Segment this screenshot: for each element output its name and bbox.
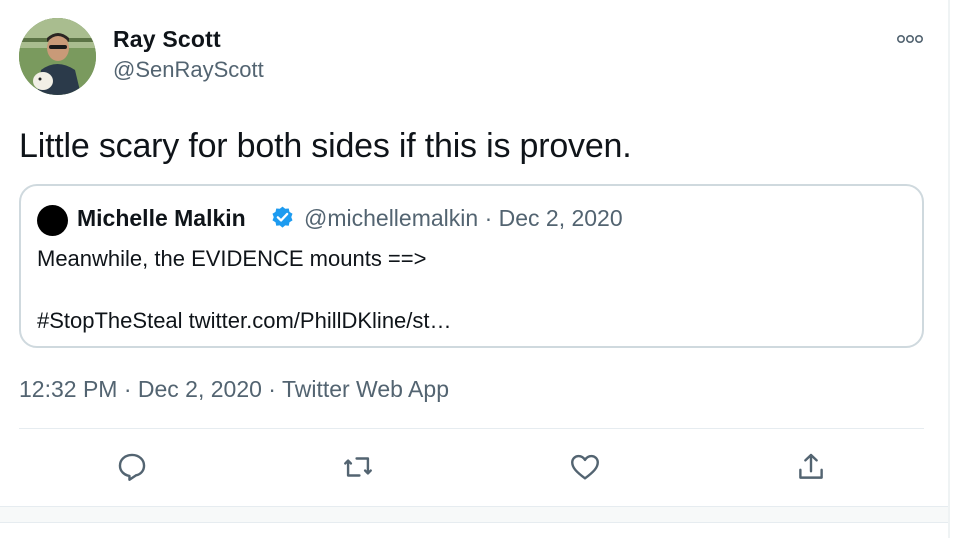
heart-icon[interactable]: [568, 450, 602, 484]
author-name[interactable]: Ray Scott: [113, 26, 221, 53]
column-border: [948, 0, 950, 538]
quoted-meta: @michellemalkin · Dec 2, 2020: [304, 205, 623, 231]
author-handle[interactable]: @SenRayScott: [113, 57, 264, 83]
tweet-text: Little scary for both sides if this is p…: [19, 127, 632, 165]
quoted-author-avatar: [37, 205, 68, 236]
quoted-author-name: Michelle Malkin: [77, 205, 246, 231]
reply-icon[interactable]: [115, 450, 149, 484]
quoted-tweet[interactable]: Michelle Malkin @michellemalkin · Dec 2,…: [19, 184, 924, 348]
quoted-text-line2: #StopTheSteal twitter.com/PhillDKline/st…: [37, 308, 452, 333]
timeline-separator: [0, 506, 948, 523]
next-item-edge: [0, 522, 948, 539]
share-icon[interactable]: [794, 450, 828, 484]
quoted-text-line1: Meanwhile, the EVIDENCE mounts ==>: [37, 246, 427, 271]
divider: [19, 428, 924, 429]
verified-badge-icon: [270, 205, 295, 230]
retweet-icon[interactable]: [341, 450, 375, 484]
more-horizontal-icon[interactable]: [896, 32, 924, 46]
author-avatar[interactable]: [19, 18, 96, 95]
tweet-timestamp[interactable]: 12:32 PM · Dec 2, 2020 · Twitter Web App: [19, 376, 449, 403]
